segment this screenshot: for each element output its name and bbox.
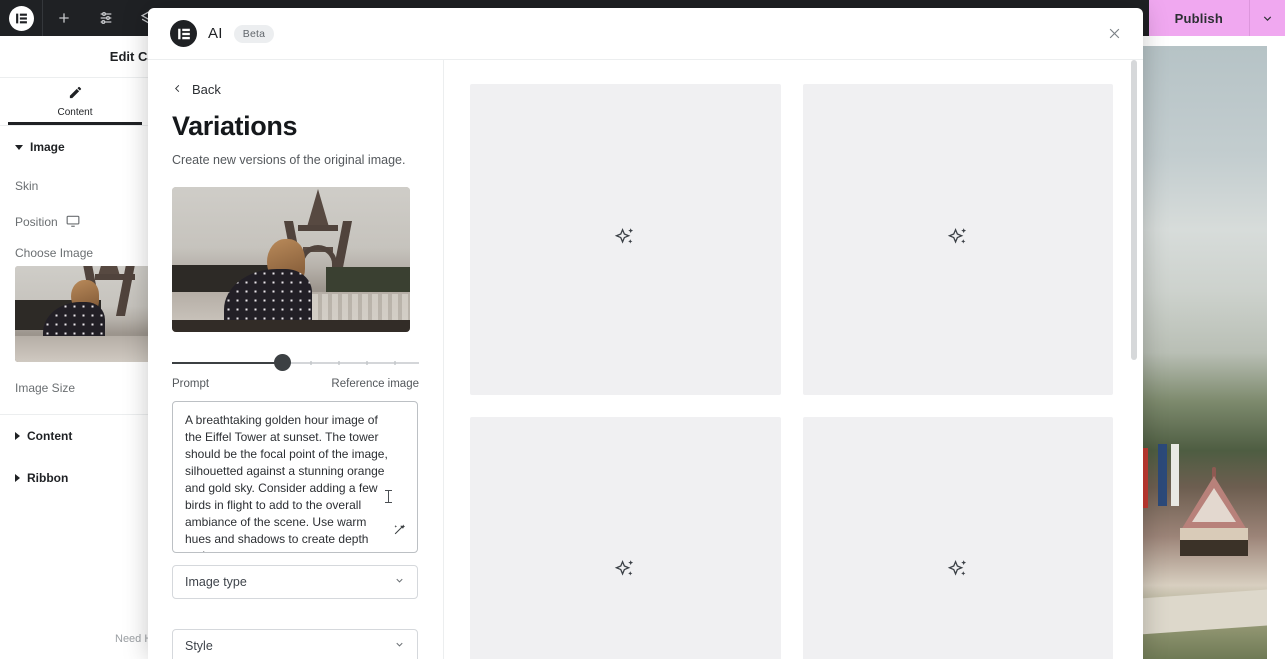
settings-button[interactable]	[85, 0, 127, 36]
chevron-left-icon	[172, 82, 183, 97]
back-label: Back	[192, 82, 221, 97]
elementor-logo-icon	[8, 5, 34, 31]
publish-button[interactable]: Publish	[1148, 0, 1249, 36]
ai-modal-body: Back Variations Create new versions of t…	[148, 60, 1143, 659]
style-label: Style	[185, 638, 213, 653]
section-ribbon-label: Ribbon	[27, 471, 69, 485]
slider-tick	[338, 360, 340, 365]
ai-results-column	[444, 60, 1143, 659]
ai-modal-header: AI Beta	[148, 8, 1143, 60]
chevron-right-icon	[15, 474, 20, 482]
slider-tick	[310, 360, 312, 365]
slider-tick	[394, 360, 396, 365]
app-root: Edit Call to A Content Style	[0, 0, 1285, 659]
carousel-shadow	[1180, 540, 1248, 556]
close-icon[interactable]	[1099, 19, 1129, 49]
ai-modal-title: AI	[208, 25, 223, 42]
elementor-menu-button[interactable]	[0, 0, 42, 36]
preview-hero-image	[1140, 46, 1267, 659]
preview-wall	[1140, 589, 1267, 635]
tab-content-label: Content	[57, 107, 93, 118]
variation-tile-2[interactable]	[802, 84, 1113, 395]
tab-content[interactable]: Content	[0, 78, 150, 125]
variation-tile-3[interactable]	[470, 416, 781, 659]
page-title: Variations	[172, 111, 298, 141]
position-label: Position	[15, 215, 58, 229]
carousel-roof-inner	[1192, 488, 1236, 522]
pencil-icon	[68, 85, 83, 103]
chevron-down-icon	[394, 639, 405, 653]
variations-grid	[470, 84, 1113, 659]
reference-ledge	[172, 319, 410, 332]
add-element-button[interactable]	[43, 0, 85, 36]
preview-carousel	[1178, 467, 1250, 562]
preview-flag-blue	[1158, 444, 1167, 506]
image-type-select[interactable]: Image type	[172, 564, 418, 599]
section-content-label: Content	[27, 429, 73, 443]
chevron-down-icon	[394, 575, 405, 589]
variation-tile-4[interactable]	[802, 416, 1113, 659]
prompt-input[interactable]: A breathtaking golden hour image of the …	[172, 400, 418, 553]
variation-tile-1[interactable]	[470, 84, 781, 395]
sparkle-icon	[945, 224, 971, 255]
slider-label-reference: Reference image	[331, 377, 419, 390]
sparkle-icon	[612, 556, 638, 587]
image-size-label: Image Size	[15, 381, 76, 395]
chevron-down-icon	[15, 144, 23, 150]
image-type-label: Image type	[185, 574, 247, 589]
slider-thumb[interactable]	[274, 353, 291, 371]
slider-labels: Prompt Reference image	[172, 378, 419, 390]
text-cursor-icon	[385, 489, 392, 503]
ai-controls-column: Back Variations Create new versions of t…	[148, 60, 444, 659]
desktop-icon[interactable]	[66, 214, 80, 231]
magic-wand-icon[interactable]	[392, 522, 407, 542]
sparkle-icon	[612, 224, 638, 255]
ai-modal: AI Beta Back Variations Create new versi…	[148, 8, 1143, 659]
publish-options-button[interactable]	[1249, 0, 1285, 36]
results-scrollbar-thumb[interactable]	[1131, 60, 1137, 360]
style-select[interactable]: Style	[172, 628, 418, 659]
prompt-text: A breathtaking golden hour image of the …	[185, 412, 388, 552]
slider-fill	[172, 361, 282, 364]
page-subtitle: Create new versions of the original imag…	[172, 153, 406, 167]
chevron-right-icon	[15, 432, 20, 440]
reference-image[interactable]	[172, 186, 410, 332]
prompt-reference-slider[interactable]	[172, 352, 419, 374]
elementor-logo-icon	[170, 20, 197, 47]
skin-label: Skin	[15, 179, 39, 193]
sparkle-icon	[945, 556, 971, 587]
back-button[interactable]: Back	[172, 82, 419, 97]
slider-tick	[366, 360, 368, 365]
section-image-label: Image	[30, 140, 65, 154]
slider-label-prompt: Prompt	[172, 377, 210, 390]
beta-badge: Beta	[233, 24, 275, 43]
